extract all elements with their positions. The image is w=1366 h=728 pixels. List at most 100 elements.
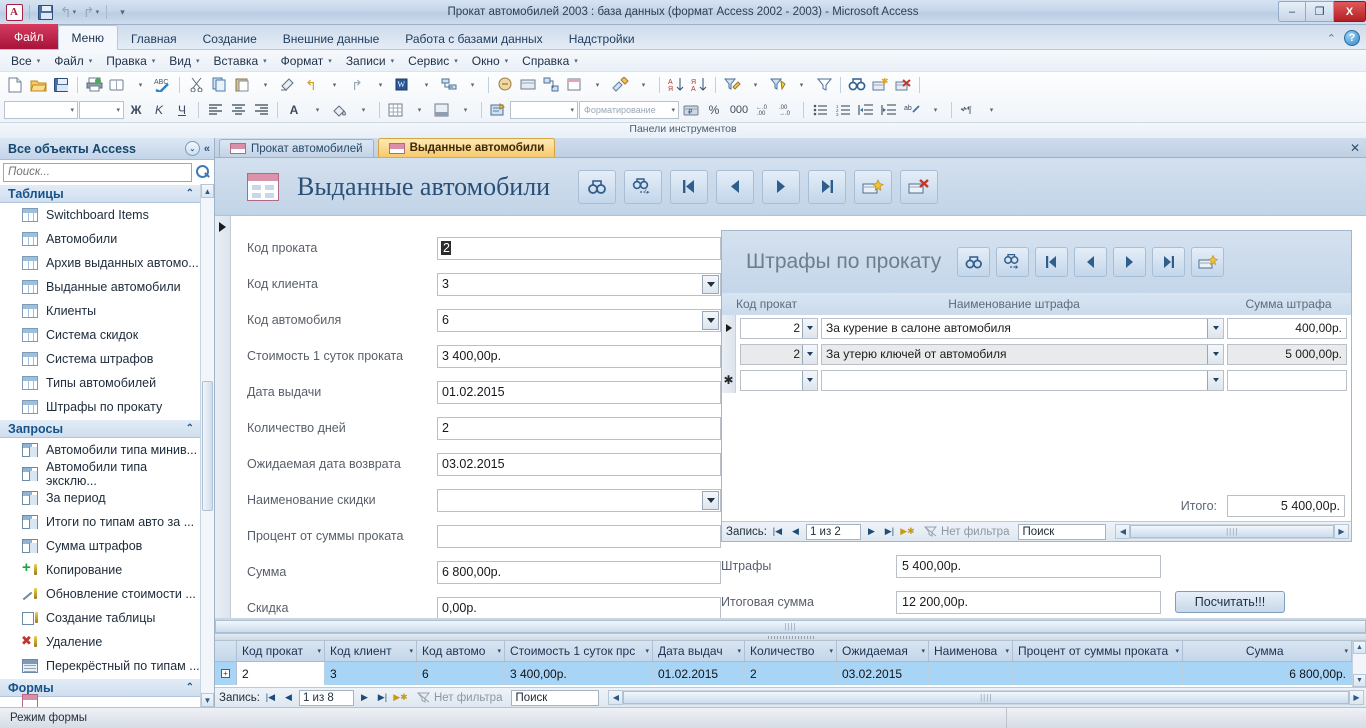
row-selector[interactable] [722,341,736,367]
cell-naimenova[interactable] [929,662,1013,685]
first-record-icon[interactable]: |◀ [770,524,785,540]
cell-kod-avtomo[interactable]: 6 [417,662,505,685]
save-toolbar-icon[interactable] [50,74,72,95]
properties-icon[interactable] [517,74,539,95]
italic-button[interactable]: K [148,99,170,120]
nav-item-query-za-period[interactable]: За период [0,486,200,510]
tab-home[interactable]: Главная [118,28,190,49]
special-effect-icon[interactable] [431,99,453,120]
delete-record-toolbar-icon[interactable] [892,74,914,95]
sort-icon[interactable]: ▾ [826,647,833,655]
code-icon[interactable] [494,74,516,95]
last-record-icon[interactable]: ▶| [882,524,897,540]
kod-prokata-input[interactable]: 2 [437,236,721,260]
sort-icon[interactable]: ▾ [918,647,925,655]
chevron-down-icon[interactable]: ⌄ [184,141,200,156]
previous-record-icon[interactable]: ◀ [281,690,296,706]
print-icon[interactable] [83,74,105,95]
search-icon[interactable] [195,164,211,180]
conditional-format-icon[interactable] [487,99,509,120]
sort-asc-icon[interactable]: АЯ [665,74,687,95]
nav-item-vydannye-avtomobili[interactable]: Выданные автомобили [0,275,200,299]
last-record-button[interactable] [808,169,847,204]
form-hscrollbar[interactable]: |||| [215,618,1366,633]
bold-button[interactable]: Ж [125,99,147,120]
copy-icon[interactable] [208,74,230,95]
nav-item-query-sozdanie-tablicy[interactable]: Создание таблицы [0,606,200,630]
cell-ozhidaemaya[interactable]: 03.02.2015 [837,662,929,685]
tb-caret-5[interactable]: ▾ [415,74,437,95]
paste-icon[interactable] [231,74,253,95]
tab-addins[interactable]: Надстройки [556,28,648,49]
first-record-button[interactable] [670,169,709,204]
increase-decimal-icon[interactable]: .00 →.0 [776,99,798,120]
decrease-decimal-icon[interactable]: ←.0.00 [753,99,775,120]
record-position-input[interactable]: 1 из 2 [805,523,861,540]
sort-icon[interactable]: ▾ [1341,647,1348,655]
column-header-naimenova[interactable]: Наименова ▾ [929,641,1013,661]
form-datasheet-splitter[interactable] [215,633,1366,641]
nav-item-klienty[interactable]: Клиенты [0,299,200,323]
nav-item-form-partial[interactable] [0,694,200,707]
record-search-input[interactable]: Поиск [511,689,600,706]
menu-format[interactable]: Формат ▾ [274,51,339,71]
subform-total-value[interactable]: 5 400,00р. [1227,495,1345,517]
decrease-indent-icon[interactable] [855,99,877,120]
nav-item-shtrafy-po-prokatu[interactable]: Штрафы по прокату [0,395,200,419]
tab-database-tools[interactable]: Работа с базами данных [392,28,555,49]
group-header-queries[interactable]: Запросы ⌃ [0,419,200,438]
scroll-up-button[interactable]: ▲ [1353,641,1366,654]
scroll-thumb[interactable]: |||| [1130,525,1334,538]
menu-window[interactable]: Окно ▾ [465,51,515,71]
nav-item-query-itogi-po-tipam[interactable]: Итоги по типам авто за ... [0,510,200,534]
tb-caret-8[interactable]: ▾ [632,74,654,95]
sub-first-record-button[interactable] [1035,247,1069,277]
column-header-stoimost[interactable]: Стоимость 1 суток прс ▾ [505,641,653,661]
ltr-direction-icon[interactable]: ¶ [957,99,979,120]
tb-caret-6[interactable]: ▾ [461,74,483,95]
row-naimenovanie-combo[interactable]: За курение в салоне автомобиля [821,317,1224,339]
record-position-input[interactable]: 1 из 8 [298,689,354,706]
record-selector[interactable] [215,216,231,633]
next-record-icon[interactable]: ▶ [357,690,372,706]
align-left-icon[interactable] [204,99,226,120]
sort-icon[interactable]: ▾ [642,647,649,655]
itogovaya-summa-value[interactable]: 12 200,00р. [896,590,1161,614]
scroll-track[interactable] [201,198,214,693]
menu-tools[interactable]: Сервис ▾ [401,51,465,71]
sub-find-button[interactable] [957,247,991,277]
tb-caret-3[interactable]: ▾ [323,74,345,95]
kod-klienta-combo[interactable]: 3 [437,272,721,296]
datasheet-vscrollbar[interactable]: ▲ ▼ [1352,641,1366,687]
analyze-icon[interactable] [438,74,460,95]
sort-icon[interactable]: ▾ [1002,647,1009,655]
scroll-thumb[interactable]: |||| [623,691,1349,704]
previous-record-icon[interactable]: ◀ [788,524,803,540]
sort-icon[interactable]: ▾ [734,647,741,655]
filter-by-form-icon[interactable] [767,74,789,95]
kod-avtomobilya-combo[interactable]: 6 [437,308,721,332]
tb2-caret-3[interactable]: ▾ [408,99,430,120]
column-header-procent[interactable]: Процент от суммы проката ▾ [1013,641,1183,661]
tab-external-data[interactable]: Внешние данные [270,28,393,49]
chevron-up-icon[interactable]: ⌃ [186,188,194,199]
percent-icon[interactable]: % [703,99,725,120]
row-kod-prokata-combo[interactable]: 2 [740,343,818,365]
nav-item-query-perekrestnyj[interactable]: Перекрёстный по типам ... [0,654,200,678]
undo-toolbar-icon[interactable]: ↰ [300,74,322,95]
tb2-caret-1[interactable]: ▾ [306,99,328,120]
cut-icon[interactable] [185,74,207,95]
scroll-left-button[interactable]: ◀ [1115,524,1131,539]
nav-item-query-summa-shtrafov[interactable]: Сумма штрафов [0,534,200,558]
redo-toolbar-icon[interactable]: ↱ [346,74,368,95]
new-record-indicator[interactable]: ✱ [722,367,736,393]
row-selector[interactable] [722,315,736,341]
tb-caret-9[interactable]: ▾ [744,74,766,95]
tb-caret-2[interactable]: ▾ [254,74,276,95]
column-header-kod-prokata[interactable]: Код прокат ▾ [237,641,325,661]
nav-item-query-obnovlenie[interactable]: Обновление стоимости ... [0,582,200,606]
row-summa-value[interactable]: 400,00р. [1227,317,1347,339]
cell-stoimost[interactable]: 3 400,00р. [505,662,653,685]
chevron-down-icon[interactable] [1207,318,1223,338]
column-header-ozhidaemaya[interactable]: Ожидаемая ▾ [837,641,929,661]
